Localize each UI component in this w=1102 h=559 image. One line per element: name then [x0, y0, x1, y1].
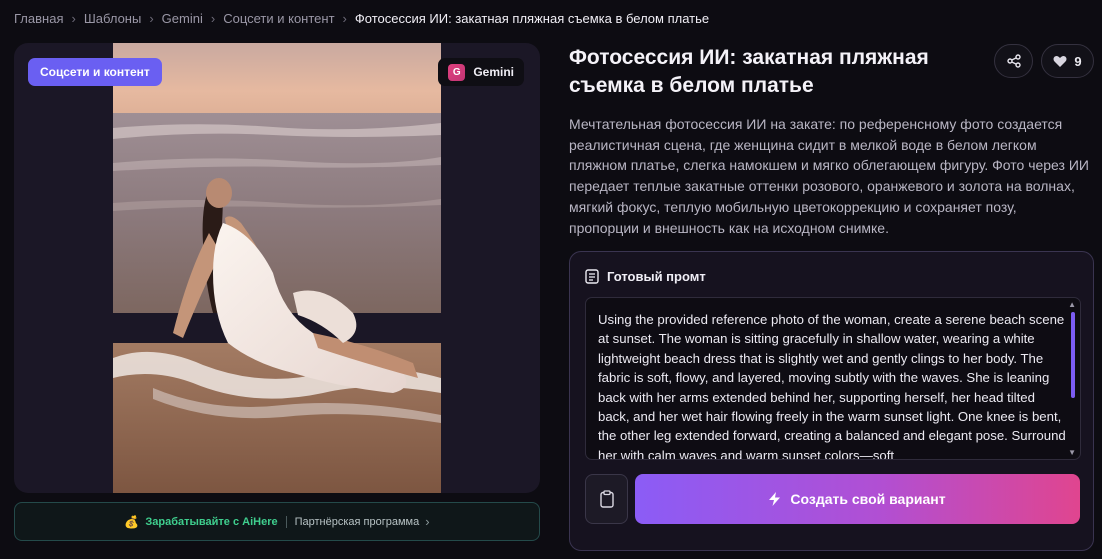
create-variant-label: Создать свой вариант — [790, 491, 946, 507]
model-badge-label: Gemini — [473, 65, 514, 79]
share-button[interactable] — [994, 44, 1033, 78]
breadcrumb-separator: › — [210, 11, 216, 26]
breadcrumb-separator: › — [149, 11, 154, 26]
breadcrumb-gemini[interactable]: Gemini — [162, 11, 203, 26]
template-preview-photo — [113, 43, 441, 493]
divider — [285, 515, 287, 528]
like-count: 9 — [1074, 53, 1082, 69]
breadcrumb-current: Фотосессия ИИ: закатная пляжная съемка в… — [354, 11, 710, 26]
prompt-panel: Готовый промт Using the provided referen… — [569, 251, 1094, 551]
lightning-icon — [769, 492, 781, 506]
copy-prompt-button[interactable] — [585, 474, 628, 524]
coin-icon: 💰 — [124, 514, 140, 529]
breadcrumb-home[interactable]: Главная — [14, 11, 63, 26]
breadcrumb-category[interactable]: Соцсети и контент — [223, 11, 334, 26]
partner-program-label: Партнёрская программа — [294, 515, 420, 528]
page-title: Фотосессия ИИ: закатная пляжная съемка в… — [569, 46, 929, 97]
model-badge[interactable]: G Gemini — [438, 58, 524, 86]
share-icon — [1006, 54, 1021, 68]
prompt-header: Готовый промт — [585, 269, 706, 284]
breadcrumb: Главная › Шаблоны › Gemini › Соцсети и к… — [14, 11, 709, 26]
chevron-right-icon: › — [425, 514, 430, 529]
partner-program-banner[interactable]: 💰 Зарабатывайте с AiHere Партнёрская про… — [14, 502, 540, 541]
prompt-text: Using the provided reference photo of th… — [598, 312, 1066, 460]
earn-label: Зарабатывайте с AiHere — [145, 515, 278, 528]
scroll-down-arrow-icon[interactable]: ▼ — [1068, 448, 1076, 457]
template-image-card: Соцсети и контент G Gemini — [14, 43, 540, 493]
scrollbar-thumb[interactable] — [1071, 312, 1075, 398]
breadcrumb-templates[interactable]: Шаблоны — [84, 11, 142, 26]
document-icon — [585, 269, 599, 284]
breadcrumb-separator: › — [71, 11, 76, 26]
gemini-logo-icon: G — [448, 63, 466, 81]
prompt-textarea[interactable]: Using the provided reference photo of th… — [585, 297, 1081, 460]
scroll-up-arrow-icon[interactable]: ▲ — [1068, 300, 1076, 309]
clipboard-icon — [599, 490, 614, 508]
heart-icon — [1053, 55, 1067, 67]
category-badge[interactable]: Соцсети и контент — [28, 58, 162, 86]
like-button[interactable]: 9 — [1041, 44, 1094, 78]
breadcrumb-separator: › — [342, 11, 347, 26]
prompt-header-label: Готовый промт — [607, 269, 706, 284]
template-description: Мечтательная фотосессия ИИ на закате: по… — [569, 116, 1089, 236]
create-variant-button[interactable]: Создать свой вариант — [635, 474, 1080, 524]
